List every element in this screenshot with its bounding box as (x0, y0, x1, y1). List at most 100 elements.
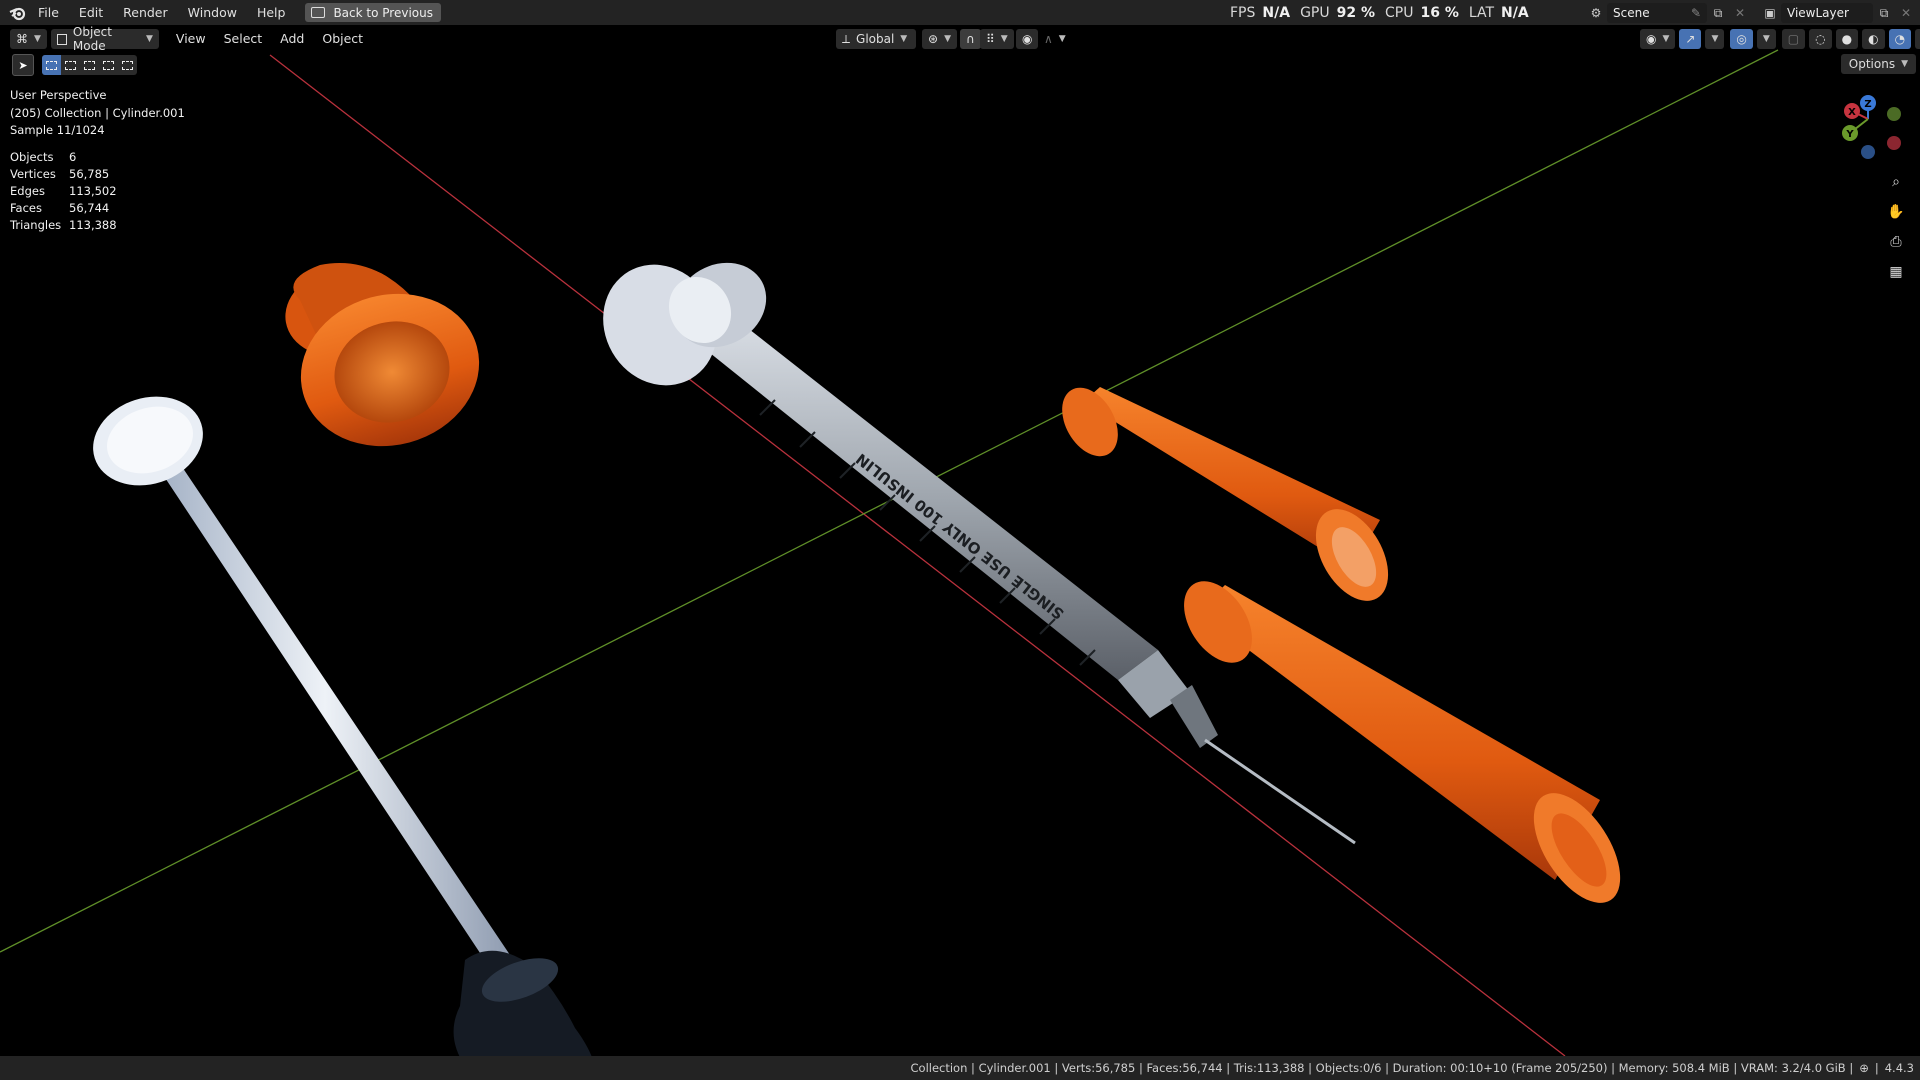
select-difference-mode[interactable] (99, 55, 118, 75)
menu-render[interactable]: Render (113, 0, 178, 25)
select-intersect-mode[interactable] (118, 55, 137, 75)
pan-hand-icon[interactable]: ✋ (1884, 200, 1908, 224)
fps-label: FPS (1230, 4, 1256, 21)
top-menu-bar: File Edit Render Window Help Back to Pre… (0, 0, 1920, 25)
gizmo-y-pos[interactable] (1887, 107, 1901, 121)
menu-select[interactable]: Select (215, 26, 272, 52)
object-mode-icon (56, 33, 67, 45)
menu-file[interactable]: File (28, 0, 69, 25)
syringe-object[interactable]: SINGLE USE ONLY 100 INSULIN (581, 244, 1356, 845)
stat-label: Faces (10, 201, 42, 215)
select-subtract-mode[interactable] (80, 55, 99, 75)
orientation-icon: ⟂ (842, 31, 851, 46)
pivot-point-button[interactable]: ⊛ ▼ (922, 29, 957, 49)
transform-orientation-selector[interactable]: ⟂ Global ▼ (836, 29, 916, 49)
snap-grid-icon: ⠿ (986, 32, 995, 46)
material-icon: ◐ (1868, 32, 1879, 46)
new-scene-icon[interactable]: ⧉ (1707, 3, 1729, 23)
needle-cap-1-object[interactable] (1051, 378, 1403, 613)
select-subtract-icon (84, 60, 95, 70)
overlays-toggle[interactable]: ◎ (1730, 29, 1753, 49)
viewport-display-controls: ◉▼ ↗ ▼ ◎ ▼ ▢ ◌ ● ◐ ◔ ▼ ❚❚ (1636, 29, 1920, 49)
proportional-icon: ◉ (1022, 32, 1033, 46)
visibility-button[interactable]: ◉ ▼ (1640, 29, 1676, 49)
stat-label: Triangles (10, 218, 62, 232)
menu-add[interactable]: Add (271, 26, 313, 52)
blender-logo-icon[interactable] (6, 2, 28, 24)
view-layer-field[interactable]: ViewLayer (1781, 3, 1873, 23)
cpu-label: CPU (1385, 4, 1414, 21)
gpu-value: 92 % (1336, 4, 1375, 21)
plunger-object[interactable] (81, 383, 595, 1066)
snap-target-button[interactable]: ⠿ ▼ (980, 29, 1014, 49)
lat-label: LAT (1468, 4, 1495, 21)
select-new-mode[interactable] (42, 55, 61, 75)
gizmo-dropdown[interactable]: ▼ (1705, 29, 1725, 49)
overlays-dropdown[interactable]: ▼ (1756, 29, 1776, 49)
stat-row: Objects 6 (10, 149, 117, 166)
ortho-toggle-icon[interactable]: ▦ (1884, 260, 1908, 284)
scene-field[interactable]: Scene ✎ (1607, 3, 1707, 23)
gizmo-x-neg[interactable] (1887, 136, 1901, 150)
shading-solid[interactable]: ● (1835, 29, 1859, 49)
stat-value: 113,388 (69, 218, 117, 232)
options-button[interactable]: Options ▼ (1840, 54, 1916, 74)
eye-icon: ◉ (1646, 32, 1657, 46)
shading-material[interactable]: ◐ (1862, 29, 1885, 49)
select-tool-button[interactable]: ➤ (12, 54, 34, 76)
fullscreen-icon (311, 7, 326, 18)
xray-toggle[interactable]: ▢ (1781, 29, 1806, 49)
shading-dropdown[interactable]: ▼ (1915, 29, 1920, 49)
navigation-gizmo[interactable]: Z X Y (1828, 92, 1910, 164)
menu-object[interactable]: Object (313, 26, 372, 52)
stat-row: Vertices 56,785 (10, 166, 117, 183)
needle-cap-2-object[interactable] (1170, 569, 1638, 917)
stat-label: Edges (10, 184, 45, 198)
camera-view-icon[interactable]: ⎙ (1884, 230, 1908, 254)
stat-row: Triangles 113,388 (10, 217, 117, 234)
back-to-previous-button[interactable]: Back to Previous (305, 3, 441, 22)
falloff-button[interactable]: ∧ ▼ (1038, 29, 1072, 49)
network-icon[interactable]: ⊕ (1859, 1061, 1869, 1075)
delete-scene-icon[interactable]: ✕ (1729, 3, 1751, 23)
new-view-layer-icon[interactable]: ⧉ (1873, 3, 1895, 23)
shading-wireframe[interactable]: ◌ (1809, 29, 1832, 49)
view-layer-icon[interactable]: ▣ (1759, 3, 1781, 23)
orientation-label: Global (856, 32, 895, 46)
stat-label: Vertices (10, 167, 56, 181)
menu-view[interactable]: View (167, 26, 215, 52)
status-info: Collection | Cylinder.001 | Verts:56,785… (910, 1061, 1854, 1075)
stat-value: 113,502 (69, 184, 117, 198)
cap-cup-object[interactable] (278, 257, 496, 465)
viewport-canvas[interactable]: SINGLE USE ONLY 100 INSULIN (0, 0, 1920, 1080)
select-extend-mode[interactable] (61, 55, 80, 75)
solid-icon: ● (1841, 32, 1853, 46)
stat-row: Faces 56,744 (10, 200, 117, 217)
proportional-edit-toggle[interactable]: ◉ (1016, 29, 1039, 49)
version-sep: | (1874, 1061, 1879, 1075)
menu-window[interactable]: Window (178, 0, 247, 25)
active-object-label: (205) Collection | Cylinder.001 (10, 105, 185, 120)
stat-row: Edges 113,502 (10, 183, 117, 200)
delete-view-layer-icon[interactable]: ✕ (1895, 3, 1917, 23)
gizmo-toggle[interactable]: ↗ (1679, 29, 1702, 49)
scene-statistics: Objects 6 Vertices 56,785 Edges 113,502 Fac… (10, 149, 117, 234)
gizmo-icon: ↗ (1685, 32, 1696, 46)
select-new-icon (46, 60, 57, 70)
menu-help[interactable]: Help (247, 0, 296, 25)
mode-selector[interactable]: Object Mode ▼ (50, 25, 159, 53)
magnet-icon: ∩ (966, 32, 975, 46)
syringe-label: SINGLE USE ONLY 100 INSULIN (853, 450, 1068, 623)
overlays-icon: ◎ (1736, 32, 1747, 46)
pivot-icon: ⊛ (928, 32, 939, 46)
snap-toggle[interactable]: ∩ (960, 29, 981, 49)
xray-icon: ▢ (1787, 32, 1800, 46)
editor-type-button[interactable]: ⌘ ▼ (10, 29, 47, 49)
scene-icon[interactable]: ⚙ (1585, 3, 1607, 23)
scene-name: Scene (1613, 6, 1650, 20)
menu-edit[interactable]: Edit (69, 0, 113, 25)
pin-icon[interactable]: ✎ (1691, 6, 1701, 20)
shading-rendered[interactable]: ◔ (1888, 29, 1912, 49)
zoom-icon[interactable]: ⌕ (1884, 170, 1908, 194)
gizmo-z-neg[interactable] (1861, 145, 1875, 159)
